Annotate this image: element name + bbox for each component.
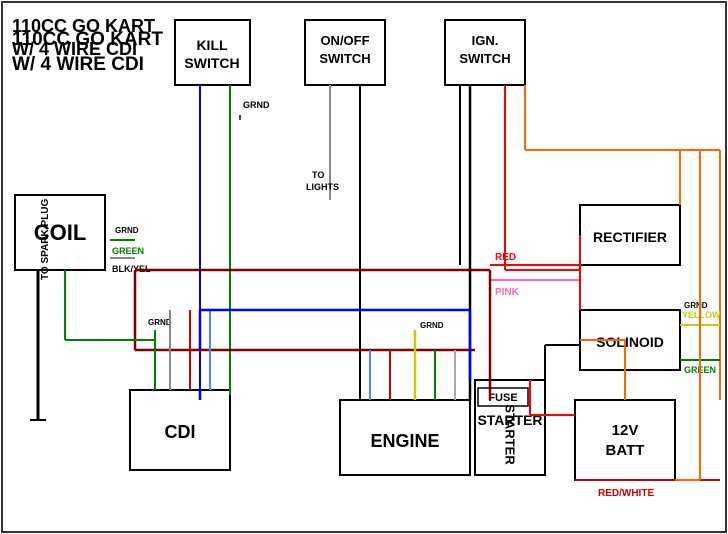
starter-label: STARTER [503,404,518,464]
svg-text:KILL: KILL [196,37,228,53]
svg-text:BATT: BATT [606,442,645,459]
svg-text:SWITCH: SWITCH [184,55,239,71]
svg-text:RED/WHITE: RED/WHITE [598,488,654,499]
wiring-diagram: 110CC GO KART W/ 4 WIRE CDI COIL TO SPAR… [0,0,728,534]
svg-text:ENGINE: ENGINE [370,431,439,451]
svg-text:SWITCH: SWITCH [319,51,370,66]
svg-text:GRND: GRND [243,100,270,110]
svg-text:GRND: GRND [420,321,444,330]
svg-text:IGN.: IGN. [472,33,499,48]
svg-text:CDI: CDI [165,422,196,442]
svg-text:TO: TO [312,170,324,180]
svg-text:SWITCH: SWITCH [459,51,510,66]
svg-text:RECTIFIER: RECTIFIER [593,229,667,245]
svg-text:GREEN: GREEN [112,246,144,256]
svg-text:GRND: GRND [684,301,708,310]
svg-text:GRND: GRND [115,226,139,235]
svg-text:ON/OFF: ON/OFF [320,33,369,48]
svg-text:GRND: GRND [148,318,172,327]
svg-text:SOLINOID: SOLINOID [596,334,664,350]
svg-text:LIGHTS: LIGHTS [306,182,339,192]
diagram-title: 110CC GO KARTW/ 4 WIRE CDI [12,15,155,62]
svg-text:RED: RED [495,252,516,263]
svg-text:PINK: PINK [495,287,520,298]
svg-text:12V: 12V [612,422,639,439]
svg-text:YELLOW: YELLOW [682,310,721,320]
svg-text:TO SPARK PLUG: TO SPARK PLUG [40,198,51,280]
